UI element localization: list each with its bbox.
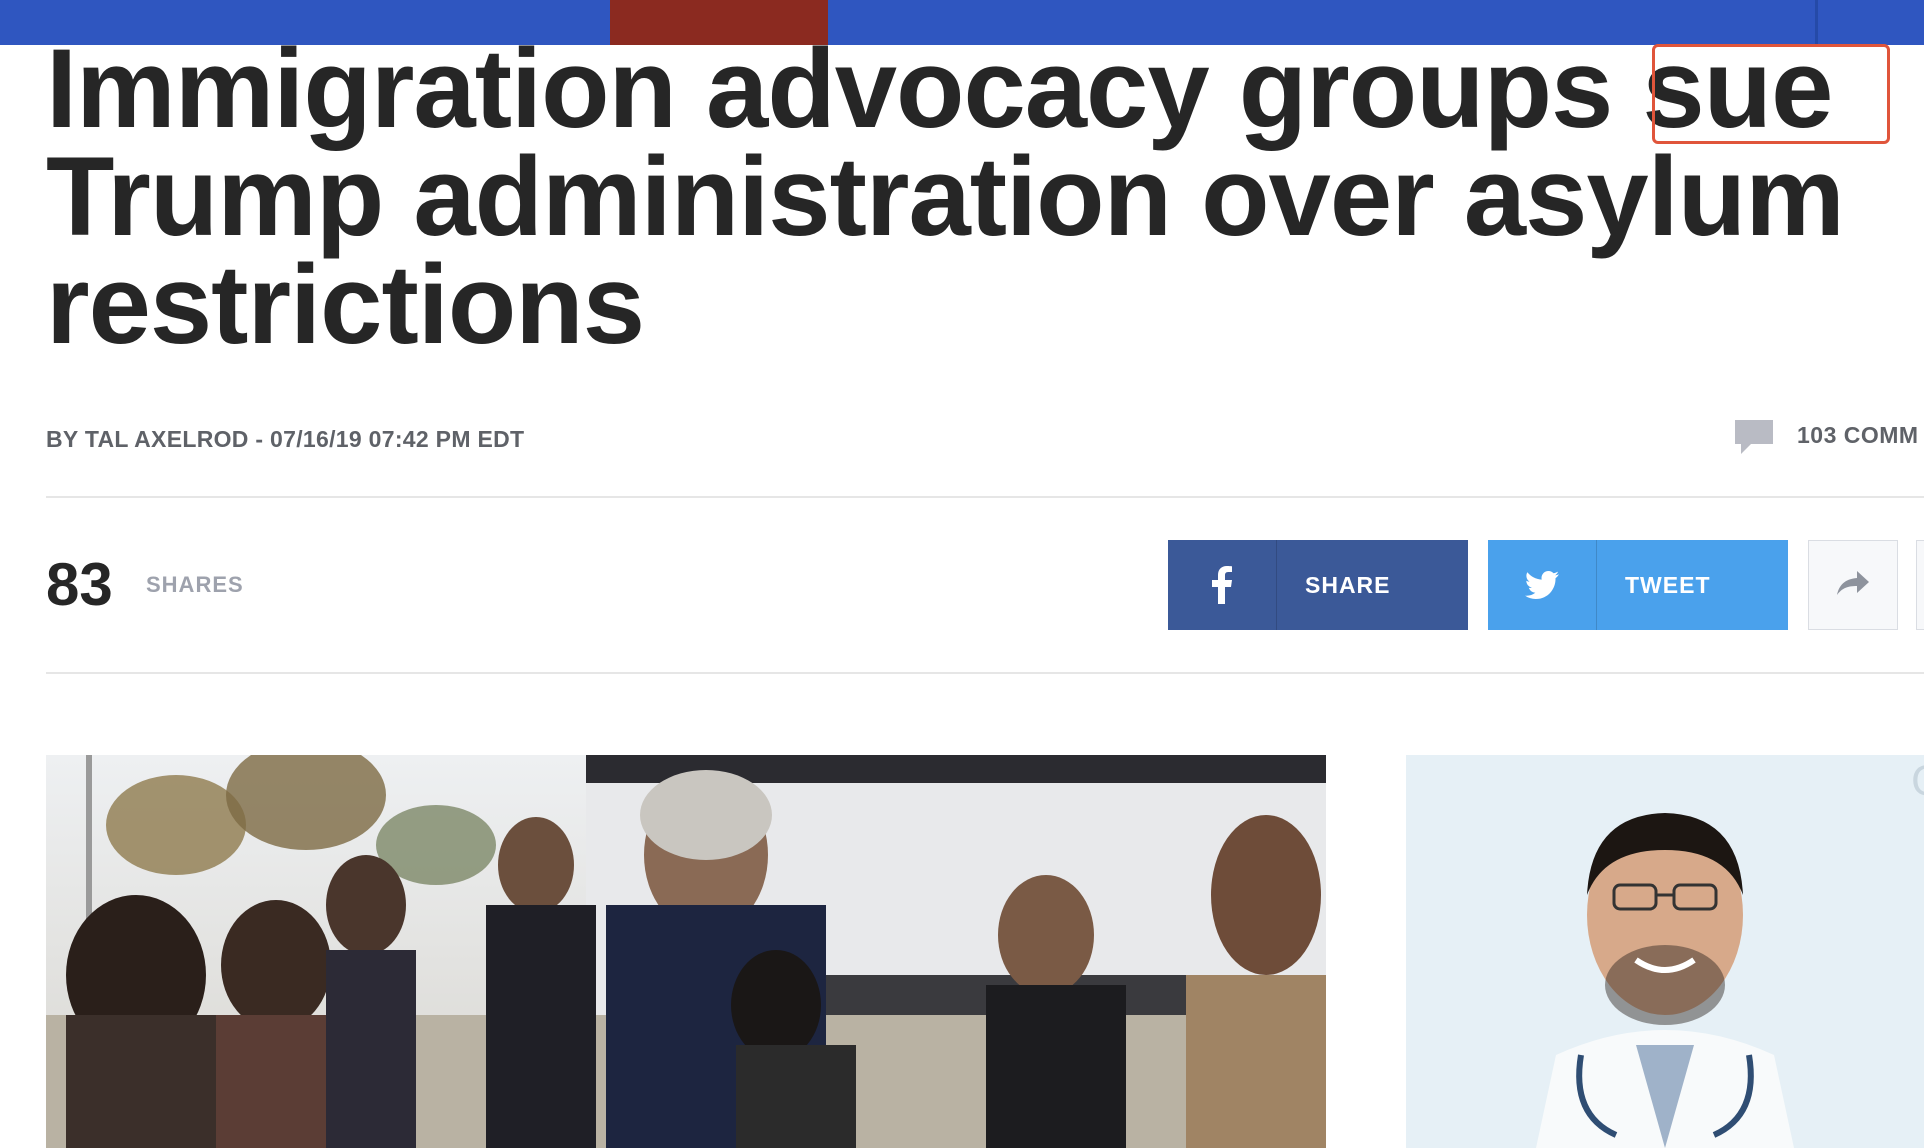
article-headline: Immigration advocacy groups sue Trump ad… — [46, 26, 1924, 367]
article-byline: BY TAL AXELROD - 07/16/19 07:42 PM EDT — [46, 426, 525, 452]
sidebar-ad-photo[interactable]: G — [1406, 755, 1924, 1148]
comments-count: 103 COMM — [1797, 421, 1919, 448]
twitter-tweet-button[interactable]: TWEET — [1488, 540, 1788, 630]
twitter-tweet-label: TWEET — [1625, 571, 1711, 598]
extra-share-button-partial[interactable] — [1916, 540, 1924, 630]
headline-line-3: restrictions — [46, 242, 645, 367]
facebook-share-button[interactable]: SHARE — [1168, 540, 1468, 630]
comments-link[interactable]: 103 COMM — [1735, 420, 1919, 454]
article-main-photo[interactable] — [46, 755, 1326, 1148]
svg-text:G: G — [1911, 759, 1924, 805]
headline-line-1: Immigration advocacy groups sue — [46, 26, 1833, 151]
divider-top — [46, 496, 1924, 498]
facebook-icon — [1168, 540, 1277, 630]
headline-line-2: Trump administration over asylum — [46, 134, 1845, 259]
shares-label: SHARES — [146, 572, 244, 597]
facebook-share-label: SHARE — [1305, 571, 1391, 598]
twitter-icon — [1488, 540, 1597, 630]
more-share-button[interactable] — [1808, 540, 1898, 630]
word-highlight-box — [1652, 44, 1890, 144]
share-arrow-icon — [1837, 570, 1869, 600]
comment-bubble-icon — [1735, 420, 1773, 454]
divider-bottom — [46, 672, 1924, 674]
shares-count: 83 — [46, 551, 113, 618]
